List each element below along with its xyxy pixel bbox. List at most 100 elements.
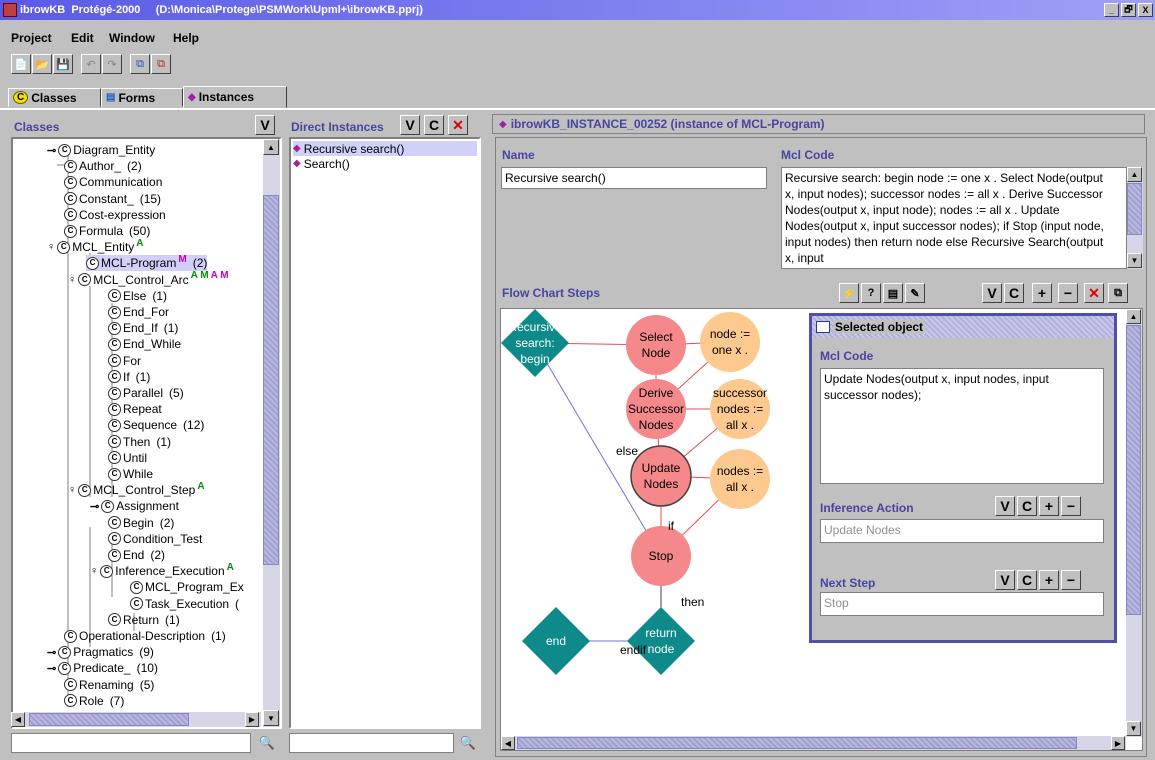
menu-edit[interactable]: Edit [71, 31, 94, 45]
create-instance-button[interactable]: C [424, 115, 444, 135]
tree-item[interactable]: C End (2) [108, 547, 165, 563]
inference-create-button[interactable]: C [1017, 496, 1037, 516]
copy-button[interactable]: ⧉ [1108, 283, 1128, 303]
view-instance-button[interactable]: V [400, 115, 420, 135]
flow-node-end[interactable]: end [522, 607, 590, 675]
collapse-toggle-icon[interactable]: ♀ [68, 484, 76, 496]
maximize-button[interactable]: 🗗 [1121, 3, 1136, 17]
class-tree[interactable]: ⊸ C Diagram_Entity C Author_ (2) C Communicatio… [11, 137, 282, 729]
view-class-button[interactable]: V [255, 115, 275, 135]
tree-item[interactable]: C For [108, 353, 141, 369]
tree-item[interactable]: C Role (7) [64, 693, 124, 709]
tree-item[interactable]: ♀ C MCL_Entity A [47, 238, 144, 255]
close-button[interactable]: X [1138, 3, 1153, 17]
name-field[interactable]: Recursive search() [501, 167, 767, 189]
mcl-code-scrollbar[interactable]: ▲ ▼ [1127, 167, 1143, 269]
properties-button[interactable]: ▤ [883, 283, 903, 303]
tree-item[interactable]: C Cost-expression [64, 207, 166, 223]
tree-item[interactable]: C MCL_Program_Ex [130, 579, 244, 595]
tree-item[interactable]: ⊸ C Assignment [90, 498, 179, 514]
list-item[interactable]: ◆ Recursive search() [293, 141, 477, 156]
scroll-up-arrow[interactable]: ▲ [263, 139, 279, 155]
binoculars-icon[interactable]: 🔍 [457, 733, 479, 753]
tree-item[interactable]: ♀ C MCL_Control_Step A [68, 481, 205, 498]
tree-item[interactable]: C Sequence (12) [108, 417, 204, 433]
inference-remove-button[interactable]: − [1061, 496, 1081, 516]
help-button[interactable]: ? [861, 283, 881, 303]
expand-toggle-icon[interactable]: ⊸ [47, 144, 56, 157]
minimize-button[interactable]: _ [1104, 3, 1119, 17]
collapse-toggle-icon[interactable]: ♀ [68, 274, 76, 286]
flow-node-recursive[interactable]: Recursive search: begin [501, 309, 569, 377]
expand-toggle-icon[interactable]: ⊸ [47, 662, 56, 675]
next-step-field[interactable]: Stop [820, 592, 1104, 616]
flow-edge[interactable] [534, 342, 662, 557]
flow-node-stop[interactable]: Stop [631, 526, 691, 586]
tree-item[interactable]: C Then (1) [108, 434, 171, 450]
tree-item[interactable]: ⊸ C Pragmatics (9) [47, 644, 154, 660]
tree-item[interactable]: C Until [108, 450, 147, 466]
collapse-toggle-icon[interactable]: ♀ [47, 241, 55, 253]
tree-item[interactable]: C Return (1) [108, 612, 180, 628]
inference-view-button[interactable]: V [995, 496, 1015, 516]
inference-add-button[interactable]: + [1039, 496, 1059, 516]
dialog-mcl-code-textarea[interactable]: Update Nodes(output x, input nodes, inpu… [820, 368, 1104, 484]
close-all-button[interactable]: ⧉ [151, 54, 171, 74]
menu-help[interactable]: Help [173, 31, 199, 45]
scroll-down-arrow[interactable]: ▼ [263, 710, 279, 726]
tab-forms[interactable]: ▤ Forms [101, 88, 183, 107]
next-step-view-button[interactable]: V [995, 570, 1015, 590]
create-step-button[interactable]: C [1004, 283, 1024, 303]
tree-item[interactable]: C End_While [108, 336, 181, 352]
tree-item[interactable]: C While [108, 466, 153, 482]
class-search-input[interactable] [11, 733, 251, 753]
menu-project[interactable]: Project [11, 31, 52, 45]
class-tree-scrollbar[interactable]: ▲ ▼ [263, 139, 280, 727]
cascade-button[interactable]: ⧉ [130, 54, 150, 74]
tree-item[interactable]: C Condition_Test [108, 531, 202, 547]
tree-item[interactable]: ♀ C MCL_Control_Arc A MA M [68, 270, 229, 288]
tree-item[interactable]: C Parallel (5) [108, 385, 184, 401]
tree-item[interactable]: C End_For [108, 304, 169, 320]
collapse-toggle-icon[interactable]: ♀ [90, 565, 98, 577]
tree-item[interactable]: C End_If (1) [108, 320, 178, 336]
tree-item[interactable]: C Task_Execution ( [130, 596, 239, 612]
tab-classes[interactable]: C Classes [8, 88, 101, 107]
tree-item[interactable]: C Begin (2) [108, 515, 174, 531]
next-step-create-button[interactable]: C [1017, 570, 1037, 590]
next-step-remove-button[interactable]: − [1061, 570, 1081, 590]
tree-item[interactable]: ⊸ C Predicate_ (10) [47, 660, 158, 676]
expand-toggle-icon[interactable]: ⊸ [47, 646, 56, 659]
tree-item[interactable]: ⊸ C Diagram_Entity [47, 142, 155, 158]
open-project-button[interactable]: 📂 [32, 54, 52, 74]
next-step-add-button[interactable]: + [1039, 570, 1059, 590]
remove-step-button[interactable]: − [1058, 283, 1078, 303]
flow-node-update[interactable]: Update Nodes [630, 445, 692, 507]
connect-tool-button[interactable]: ⚡ [839, 283, 859, 303]
tree-item[interactable]: C Repeat [108, 401, 162, 417]
list-item[interactable]: ◆ Search() [293, 156, 477, 171]
flow-node-derive[interactable]: Derive Successor Nodes [626, 379, 686, 439]
tree-item[interactable]: C Else (1) [108, 288, 167, 304]
flow-node-select[interactable]: Select Node [626, 315, 686, 375]
instance-search-input[interactable] [289, 733, 454, 753]
flow-node-return[interactable]: return node [627, 607, 695, 675]
tree-item[interactable]: C Operational-Description (1) [64, 628, 226, 644]
tree-item[interactable]: C Constant_ (15) [64, 191, 161, 207]
binoculars-icon[interactable]: 🔍 [256, 733, 278, 753]
class-tree-hscroll[interactable]: ◀ ▶ [11, 712, 261, 727]
delete-instance-button[interactable]: ✕ [448, 115, 468, 135]
flow-node-succnodes[interactable]: successor nodes := all x . [710, 379, 770, 439]
tab-instances[interactable]: ◆ Instances [183, 86, 287, 108]
delete-step-button[interactable]: ✕ [1084, 283, 1104, 303]
inference-action-field[interactable]: Update Nodes [820, 519, 1104, 543]
dialog-title-bar[interactable]: Selected object [812, 316, 1114, 338]
scroll-thumb[interactable] [263, 195, 279, 565]
draw-tool-button[interactable]: ✎ [905, 283, 925, 303]
redo-button[interactable]: ↷ [102, 54, 122, 74]
tree-item[interactable]: C Communication [64, 174, 162, 190]
menu-window[interactable]: Window [109, 31, 155, 45]
tree-item[interactable]: C Author_ (2) [64, 158, 142, 174]
flow-node-nodeone[interactable]: node := one x . [700, 312, 760, 372]
tree-item[interactable]: C If (1) [108, 369, 150, 385]
